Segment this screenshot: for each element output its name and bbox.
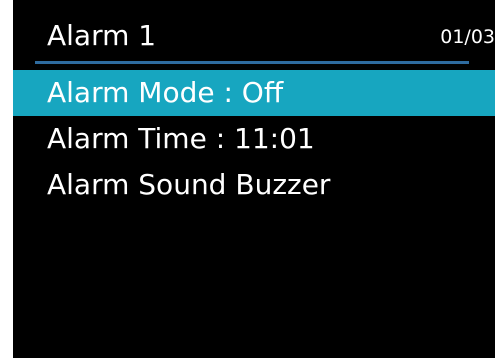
menu-item-alarm-mode[interactable]: Alarm Mode : Off	[13, 70, 495, 116]
menu-item-alarm-sound[interactable]: Alarm Sound Buzzer	[13, 162, 495, 208]
menu-item-label: Alarm Sound Buzzer	[47, 168, 331, 201]
menu-item-label: Alarm Mode : Off	[47, 76, 284, 109]
page-title: Alarm 1	[47, 19, 157, 52]
screen-header: Alarm 1 01/03	[13, 0, 495, 64]
alarm-settings-screen: Alarm 1 01/03 Alarm Mode : Off Alarm Tim…	[13, 0, 495, 358]
menu-item-alarm-time[interactable]: Alarm Time : 11:01	[13, 116, 495, 162]
page-counter: 01/03	[440, 26, 495, 48]
header-divider	[35, 61, 469, 64]
menu-item-label: Alarm Time : 11:01	[47, 122, 315, 155]
alarm-menu: Alarm Mode : Off Alarm Time : 11:01 Alar…	[13, 70, 495, 208]
